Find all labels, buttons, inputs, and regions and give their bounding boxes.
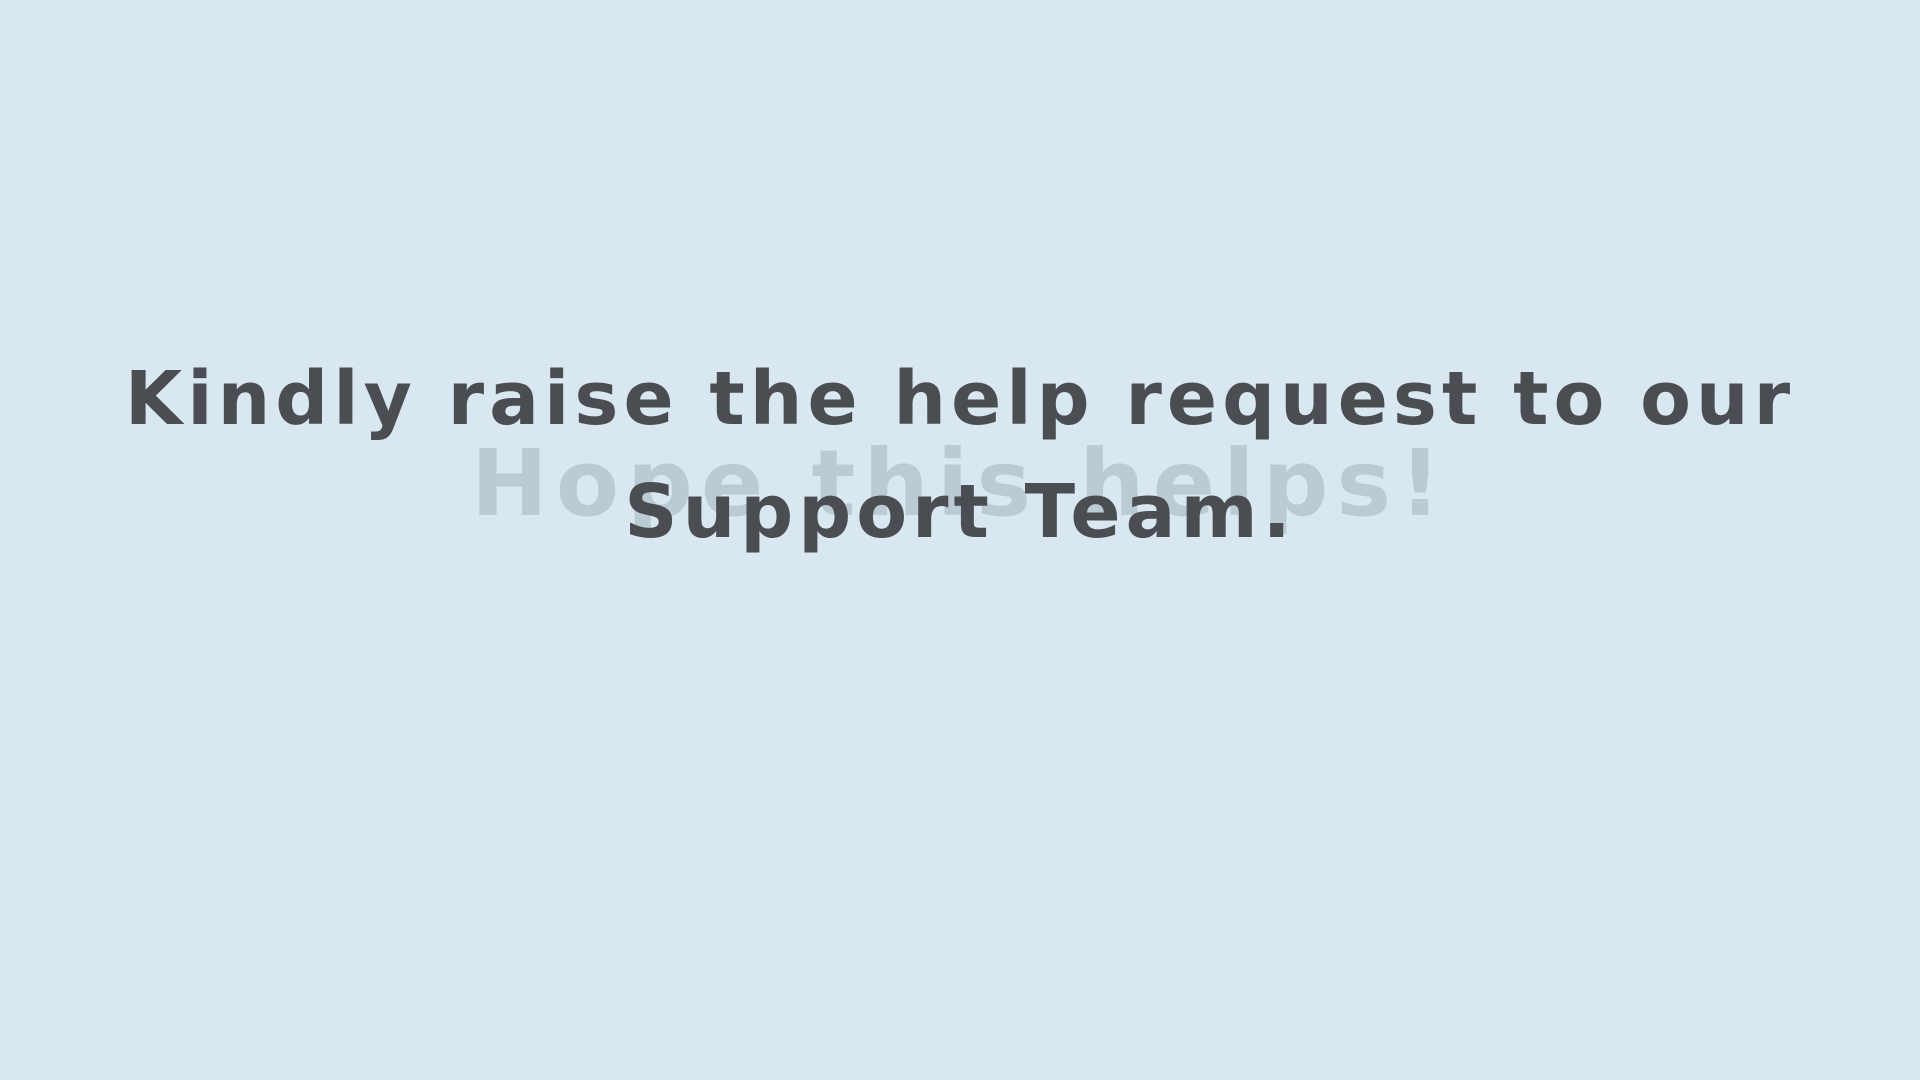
video-frame: Hope this helps! Kindly raise the help r… [0,0,1920,1080]
support-message: Kindly raise the help request to our Sup… [0,343,1920,569]
message-line-1: Kindly raise the help request to our [124,356,1796,442]
message-line-2: Support Team. [624,469,1296,555]
